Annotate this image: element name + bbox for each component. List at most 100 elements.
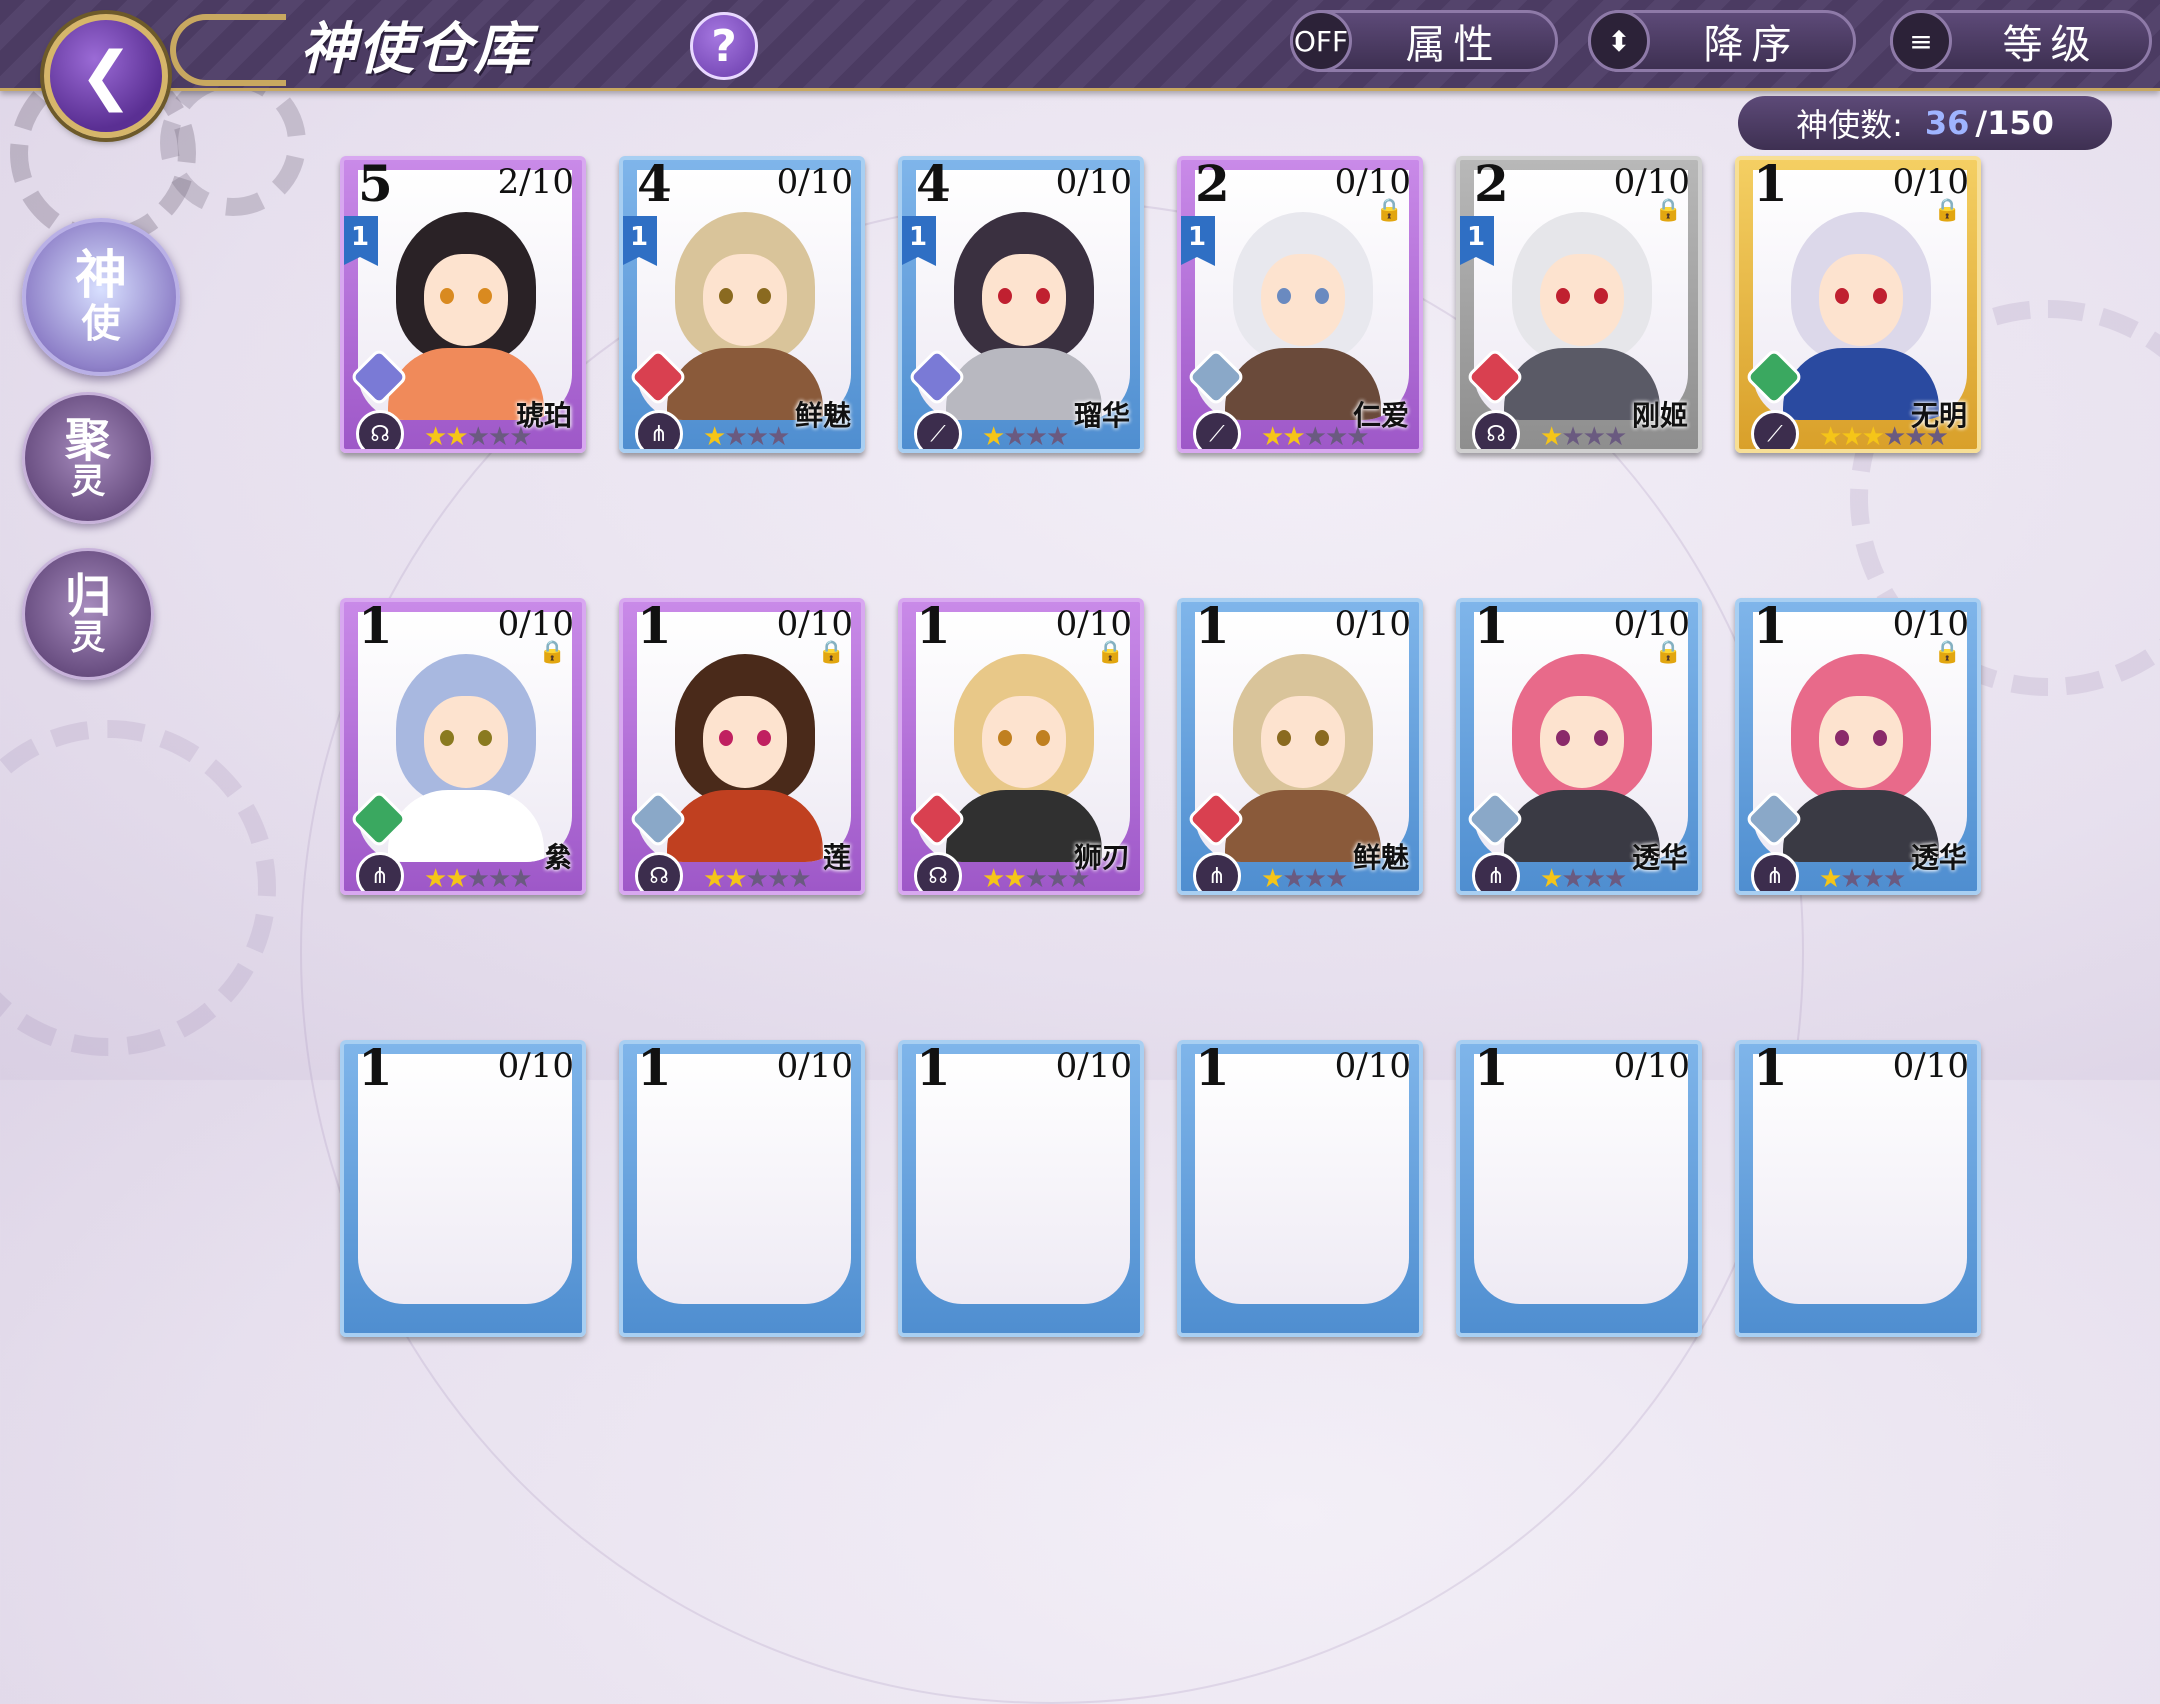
portrait-face <box>1261 254 1345 346</box>
unit-owned-count: 1 <box>1195 1040 1230 1097</box>
star-icon: ★ <box>1003 422 1026 452</box>
unit-card[interactable]: 4 0/10 1 ⟋ 瑠华 ★★★★ <box>898 156 1144 453</box>
unit-card[interactable]: 2 0/10 🔒 1 ☊ 刚姬 ★★★★ <box>1456 156 1702 453</box>
blade-icon: ⟋ <box>1193 410 1241 449</box>
unit-fragment-count: 0/10 <box>1334 604 1411 644</box>
unit-name: 絫 <box>543 841 572 874</box>
unit-owned-count: 1 <box>916 1040 951 1097</box>
star-icon: ★ <box>1603 864 1627 894</box>
unit-card[interactable]: 1 0/10 🔒 ⟋ 无明 ★★★★★★ <box>1735 156 1981 453</box>
star-icon: ★ <box>982 864 1005 894</box>
unit-owned-count: 1 <box>1474 598 1509 655</box>
blade-icon: ⟋ <box>1751 410 1799 449</box>
star-icon: ★ <box>1303 422 1327 452</box>
sort-by-level-button[interactable]: ≡ 等级 <box>1890 10 2152 72</box>
portrait-eye <box>440 730 454 746</box>
sort-order-label: 降序 <box>1703 22 1800 68</box>
unit-fragment-count: 0/10 <box>1055 1046 1132 1086</box>
portrait-body <box>388 790 544 862</box>
unit-fragment-count: 0/10 <box>1055 162 1132 202</box>
star-icon: ★ <box>1603 422 1627 452</box>
unit-card[interactable]: 1 0/10 🔒 ☊ 莲 ★★★★★ <box>619 598 865 895</box>
portrait-eye <box>757 730 771 746</box>
portrait-eye <box>719 730 733 746</box>
unit-fragment-count: 0/10 <box>776 604 853 644</box>
portrait-face <box>424 696 508 788</box>
star-icon: ★ <box>445 864 468 894</box>
list-lines-icon: ≡ <box>1890 10 1952 72</box>
sort-order-button[interactable]: ⬍ 降序 <box>1588 10 1856 72</box>
back-button[interactable]: ❮ <box>44 14 168 138</box>
unit-owned-count: 5 <box>358 156 393 213</box>
star-icon: ★ <box>1003 864 1026 894</box>
help-button[interactable]: ? <box>690 12 758 80</box>
sort-arrows-icon: ⬍ <box>1588 10 1650 72</box>
star-icon: ★ <box>1540 864 1563 894</box>
lock-icon: 🔒 <box>817 640 845 665</box>
star-icon: ★ <box>1904 422 1927 452</box>
lock-icon: 🔒 <box>1375 198 1403 223</box>
attribute-filter-button[interactable]: OFF 属性 <box>1290 10 1558 72</box>
star-icon: ★ <box>1024 422 1048 452</box>
portrait-eye <box>998 730 1012 746</box>
star-icon: ★ <box>1840 864 1863 894</box>
unit-owned-count: 1 <box>637 598 672 655</box>
star-icon: ★ <box>509 864 532 894</box>
unit-fragment-count: 0/10 <box>776 1046 853 1086</box>
claw-icon: ⋔ <box>1193 852 1241 891</box>
claw-icon: ⋔ <box>635 410 683 449</box>
star-icon: ★ <box>424 422 447 452</box>
star-icon: ★ <box>1303 864 1327 894</box>
star-icon: ★ <box>766 864 790 894</box>
sort-by-level-label: 等级 <box>2002 22 2099 68</box>
unit-card[interactable]: 1 0/10 <box>898 1040 1144 1337</box>
unit-card[interactable]: 5 2/10 1 ☊ 琥珀 ★★★★★ <box>340 156 586 453</box>
unit-fragment-count: 0/10 <box>497 604 574 644</box>
portrait-eye <box>1315 288 1329 304</box>
star-icon: ★ <box>1067 864 1090 894</box>
star-icon: ★ <box>1819 864 1842 894</box>
unit-card[interactable]: 1 0/10 <box>1735 1040 1981 1337</box>
portrait-eye <box>1873 730 1887 746</box>
lock-icon: 🔒 <box>1933 198 1961 223</box>
page-title: 神使仓库 <box>300 16 532 82</box>
side-tab-juling[interactable]: 聚灵 <box>22 392 154 524</box>
gear-decoration <box>0 720 276 1056</box>
unit-card[interactable]: 1 0/10 🔒 ☊ 狮刃 ★★★★★ <box>898 598 1144 895</box>
unit-name: 刚姬 <box>1631 399 1688 432</box>
unit-card[interactable]: 1 0/10 🔒 ⋔ 透华 ★★★★ <box>1735 598 1981 895</box>
star-icon: ★ <box>1819 422 1842 452</box>
rarity-stars: ★★★★★ <box>424 864 533 894</box>
unit-card[interactable]: 1 0/10 <box>619 1040 865 1337</box>
unit-fragment-count: 0/10 <box>1055 604 1132 644</box>
side-tab-shenshi[interactable]: 神使 <box>22 218 180 376</box>
unit-fragment-count: 0/10 <box>1892 1046 1969 1086</box>
portrait-eye <box>1556 730 1570 746</box>
unit-fragment-count: 0/10 <box>1613 604 1690 644</box>
portrait-eye <box>757 288 771 304</box>
unit-card[interactable]: 1 0/10 <box>1456 1040 1702 1337</box>
side-tab-label: 灵 <box>70 618 106 659</box>
unit-card[interactable]: 2 0/10 🔒 1 ⟋ 仁爱 ★★★★★ <box>1177 156 1423 453</box>
side-tab-guiling[interactable]: 归灵 <box>22 548 154 680</box>
unit-card[interactable]: 1 0/10 <box>340 1040 586 1337</box>
portrait-face <box>1540 254 1624 346</box>
unit-card[interactable]: 1 0/10 <box>1177 1040 1423 1337</box>
star-icon: ★ <box>487 422 511 452</box>
star-icon: ★ <box>466 422 490 452</box>
star-icon: ★ <box>1561 864 1584 894</box>
unit-card[interactable]: 1 0/10 🔒 ⋔ 絫 ★★★★★ <box>340 598 586 895</box>
unit-card[interactable]: 1 0/10 ⋔ 鲜魅 ★★★★ <box>1177 598 1423 895</box>
unit-name: 莲 <box>822 841 851 874</box>
rarity-stars: ★★★★★★ <box>1819 422 1949 452</box>
unit-card[interactable]: 4 0/10 1 ⋔ 鲜魅 ★★★★ <box>619 156 865 453</box>
helmet-icon: ☊ <box>635 852 683 891</box>
rarity-stars: ★★★★ <box>1819 864 1906 894</box>
unit-card[interactable]: 1 0/10 🔒 ⋔ 透华 ★★★★ <box>1456 598 1702 895</box>
portrait-eye <box>1594 730 1608 746</box>
off-toggle-icon[interactable]: OFF <box>1290 10 1352 72</box>
rarity-stars: ★★★★ <box>703 422 790 449</box>
unit-fragment-count: 0/10 <box>1892 604 1969 644</box>
unit-owned-count: 1 <box>1195 598 1230 655</box>
unit-fragment-count: 0/10 <box>497 1046 574 1086</box>
